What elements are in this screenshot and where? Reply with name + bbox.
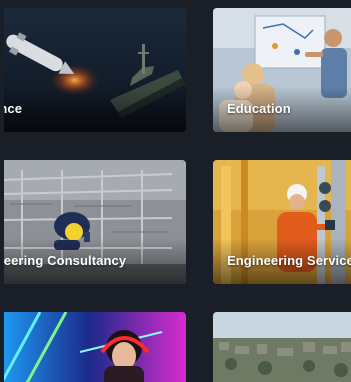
- card-city[interactable]: [213, 312, 351, 382]
- card-gaming-image: [0, 312, 186, 382]
- card-education-label: Education: [227, 101, 291, 116]
- left-edge: [0, 0, 4, 382]
- card-defence[interactable]: ence: [0, 8, 186, 132]
- card-engineering-consultancy[interactable]: ineering Consultancy: [0, 160, 186, 284]
- card-engineering-service-label: Engineering Service: [227, 253, 351, 268]
- card-shade: [0, 86, 186, 132]
- industry-cards-grid: ence Education: [0, 0, 351, 382]
- card-gaming[interactable]: [0, 312, 186, 382]
- card-city-image: [213, 312, 351, 382]
- card-engineering-service[interactable]: Engineering Service: [213, 160, 351, 284]
- card-education[interactable]: Education: [213, 8, 351, 132]
- card-consultancy-label: ineering Consultancy: [0, 253, 127, 268]
